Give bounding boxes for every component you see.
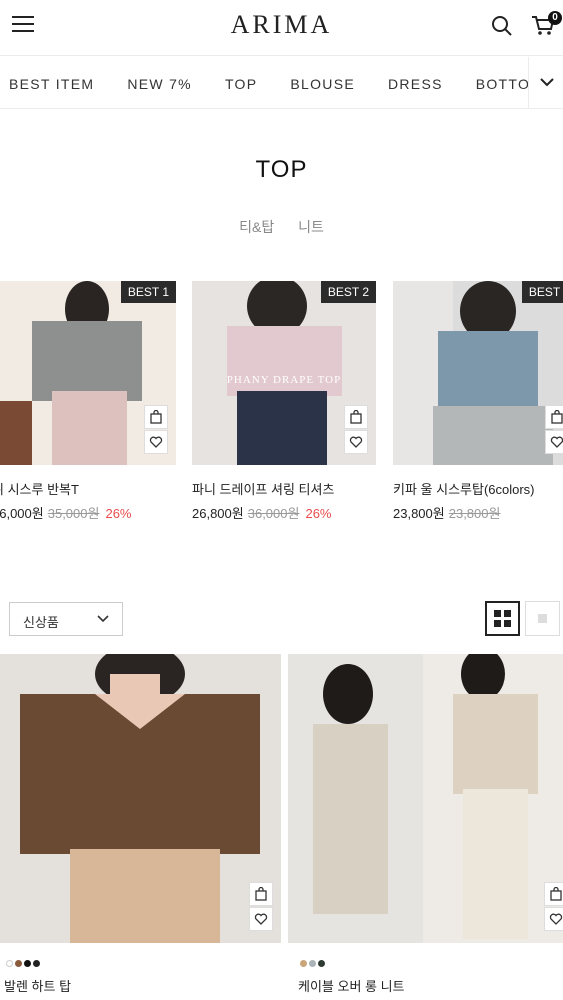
color-swatch	[300, 960, 307, 967]
category-top[interactable]: TOP	[225, 76, 257, 92]
best-badge: BEST 1	[120, 281, 176, 303]
discount-rate: 26%	[105, 506, 132, 521]
header: ARIMA 0	[0, 0, 563, 56]
best-item-card[interactable]: PHANY DRAPE TOP BEST 2 파니 드레이프 셔링 티셔츠 26…	[192, 281, 376, 521]
add-to-cart-button[interactable]	[344, 405, 368, 429]
sale-price: 23,800원	[393, 506, 445, 521]
best-item-card[interactable]: BEST 3 키파 울 시스루탑(6colors) 23,800원23,800원	[393, 281, 563, 531]
product-name[interactable]: 파니 드레이프 셔링 티셔츠	[192, 479, 334, 498]
add-to-cart-button[interactable]	[545, 405, 563, 429]
product-image[interactable]	[288, 654, 563, 943]
bag-icon	[551, 410, 563, 424]
product-name[interactable]: 발렌 하트 탑	[4, 976, 71, 995]
product-name[interactable]: 케이블 오버 롱 니트	[298, 976, 405, 995]
wishlist-button[interactable]	[249, 907, 273, 931]
heart-icon	[349, 436, 363, 448]
original-price: 36,000원	[247, 506, 300, 521]
product-price: 26,000원35,000원 26%	[0, 503, 132, 522]
best-item-card[interactable]: BEST 1 뷔 시스루 반복T 26,000원35,000원 26%	[0, 281, 176, 521]
product-image[interactable]	[0, 654, 281, 943]
category-best-item[interactable]: BEST ITEM	[9, 76, 94, 92]
color-swatch	[15, 960, 22, 967]
subcategory-knit[interactable]: 니트	[298, 219, 324, 235]
product-card[interactable]: 케이블 오버 롱 니트	[288, 654, 563, 1000]
color-swatches	[6, 954, 42, 972]
category-dress[interactable]: DRESS	[388, 76, 443, 92]
grid-icon	[494, 610, 511, 627]
category-nav: BEST ITEM NEW 7% TOP BLOUSE DRESS BOTTOM	[0, 57, 563, 109]
color-swatch	[309, 960, 316, 967]
category-new[interactable]: NEW 7%	[127, 76, 192, 92]
heart-icon	[149, 436, 163, 448]
cart-count-badge: 0	[548, 11, 562, 25]
product-price: 23,800원 23,800원	[393, 503, 506, 522]
heart-icon	[549, 913, 563, 925]
sort-selected-label: 신상품	[23, 615, 59, 630]
product-price: 26,800원 36,000원 26%	[192, 503, 332, 522]
bag-icon	[350, 410, 362, 424]
subcategory-tabs: 티&탑 니트	[0, 217, 563, 237]
image-caption: PHANY DRAPE TOP	[227, 374, 341, 386]
product-name[interactable]: 뷔 시스루 반복T	[0, 479, 79, 498]
wishlist-button[interactable]	[144, 430, 168, 454]
sort-select[interactable]: 신상품	[9, 602, 123, 636]
chevron-down-icon	[540, 78, 554, 87]
bag-icon	[550, 887, 562, 901]
wishlist-button[interactable]	[344, 430, 368, 454]
logo[interactable]: ARIMA	[0, 10, 563, 40]
heart-icon	[550, 436, 563, 448]
best-badge: BEST 3	[521, 281, 563, 303]
chevron-down-icon	[97, 615, 109, 623]
bag-icon	[255, 887, 267, 901]
product-name[interactable]: 키파 울 시스루탑(6colors)	[393, 479, 535, 498]
add-to-cart-button[interactable]	[144, 405, 168, 429]
product-card[interactable]: 발렌 하트 탑	[0, 654, 281, 994]
color-swatch	[6, 960, 13, 967]
search-icon[interactable]	[490, 14, 516, 40]
page-title: TOP	[255, 156, 308, 183]
wishlist-button[interactable]	[545, 430, 563, 454]
category-blouse[interactable]: BLOUSE	[290, 76, 355, 92]
square-icon	[538, 614, 547, 623]
product-image[interactable]: BEST 3	[393, 281, 563, 465]
add-to-cart-button[interactable]	[544, 882, 563, 906]
product-image[interactable]: PHANY DRAPE TOP BEST 2	[192, 281, 376, 465]
bag-icon	[150, 410, 162, 424]
sale-price: 26,800원	[192, 506, 244, 521]
original-price: 23,800원	[448, 506, 501, 521]
heart-icon	[254, 913, 268, 925]
grid-view-button[interactable]	[485, 601, 520, 636]
product-image[interactable]: BEST 1	[0, 281, 176, 465]
best-badge: BEST 2	[320, 281, 376, 303]
original-price: 35,000원	[47, 506, 100, 521]
discount-rate: 26%	[305, 506, 332, 521]
sale-price: 26,000원	[0, 506, 44, 521]
color-swatch	[33, 960, 40, 967]
category-more-button[interactable]	[528, 57, 563, 108]
color-swatch	[318, 960, 325, 967]
subcategory-tee[interactable]: 티&탑	[239, 219, 274, 235]
color-swatches	[300, 954, 327, 972]
single-view-button[interactable]	[525, 601, 560, 636]
add-to-cart-button[interactable]	[249, 882, 273, 906]
color-swatch	[24, 960, 31, 967]
wishlist-button[interactable]	[544, 907, 563, 931]
